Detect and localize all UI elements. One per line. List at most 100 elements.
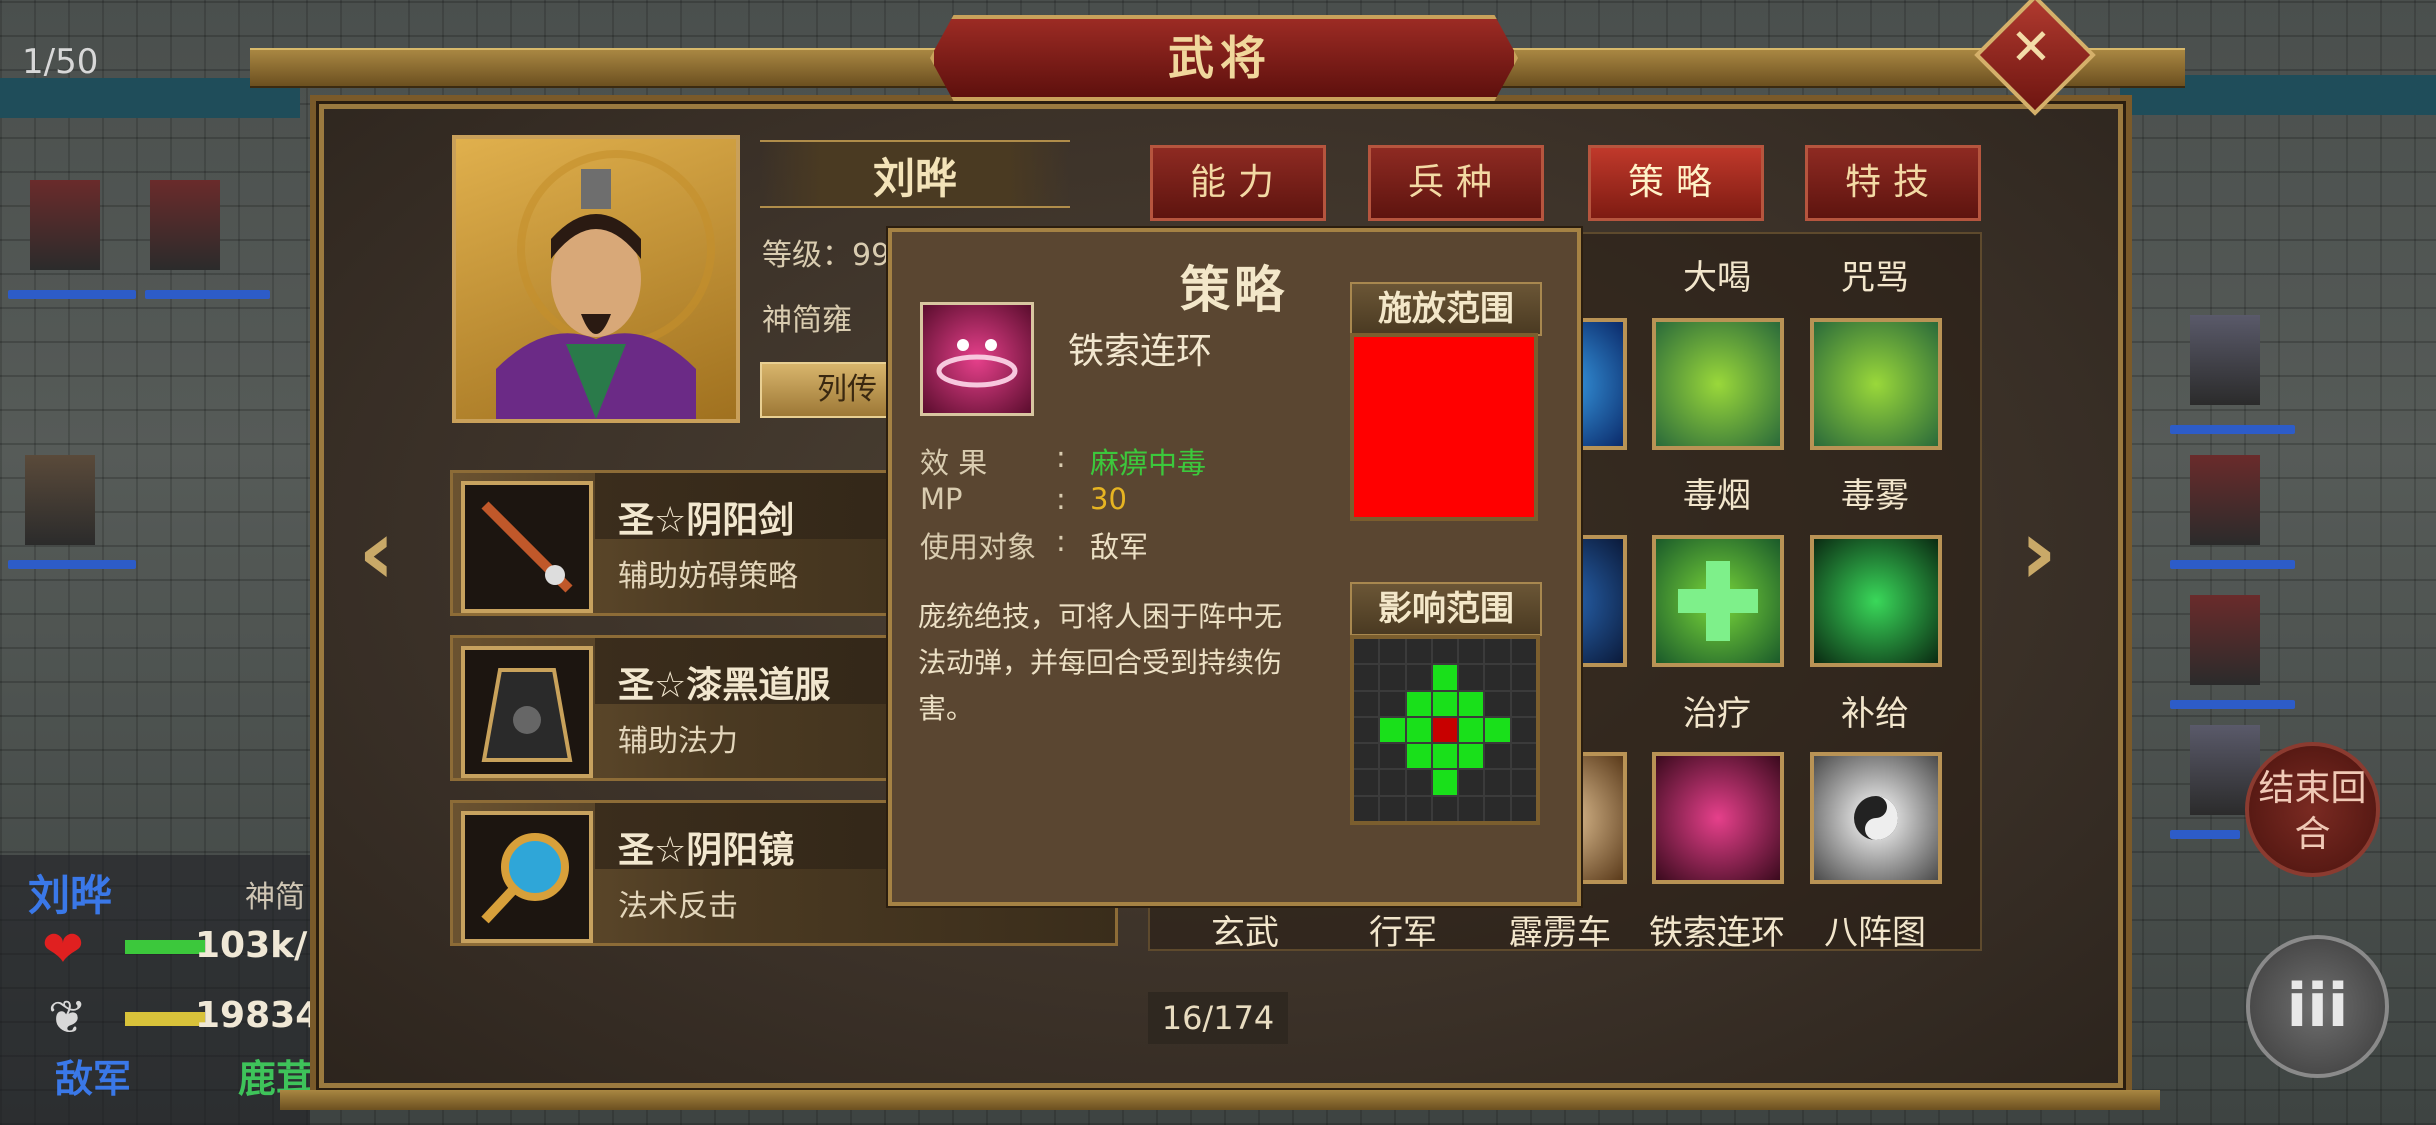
range-cell [1459,639,1484,664]
range-cell [1380,639,1405,664]
page-indicator: 16/174 [1148,992,1288,1044]
soldier-sprite[interactable] [2190,595,2260,685]
soldier-sprite[interactable] [30,180,100,270]
strategy-label: 霹雳车 [1509,913,1611,953]
supply-icon[interactable] [1810,535,1942,667]
range-cell [1511,639,1536,664]
range-cell [1459,717,1484,743]
range-cell [1485,717,1510,743]
equipment-name: 圣☆阴阳剑 [618,500,795,541]
level-label: 等级：99 [762,238,891,273]
range-cell [1380,796,1405,821]
range-cell [1459,665,1484,690]
range-cell [1380,665,1405,690]
strategy-icon[interactable] [1652,318,1784,450]
general-portrait [452,135,740,423]
range-cell [1511,744,1536,769]
unit-hp-bar [8,560,136,569]
range-cell [1380,691,1405,716]
unit-hp-bar [2170,560,2295,569]
unit-hp-bar [145,290,270,299]
tab-strategy[interactable]: 策略 [1588,145,1764,221]
turn-counter: 1/50 [22,42,99,82]
range-cell [1432,744,1458,769]
mp-cost-value: 30 [1090,482,1127,516]
range-cell [1511,770,1536,795]
panel-title: 武将 [1168,31,1272,85]
colon: : [1056,482,1066,516]
range-cell [1354,717,1379,743]
chain-icon[interactable] [1652,752,1784,884]
sword-icon [461,481,593,613]
mp-label: MP [920,482,963,516]
range-cell [1485,744,1510,769]
target-value: 敌军 [1090,530,1149,564]
range-cell [1459,770,1484,795]
prev-page-arrow-icon[interactable]: ‹ [358,500,395,605]
faction-label: 神简雍 [762,303,852,338]
target-label: 使用对象 [920,530,1037,564]
mp-bar [125,1012,205,1026]
range-cell [1511,665,1536,690]
range-cell [1432,770,1458,795]
soldier-sprite[interactable] [2190,455,2260,545]
soldier-sprite[interactable] [25,455,95,545]
unit-name: 刘晔 [28,871,113,920]
range-cell [1432,691,1458,716]
soldier-sprite[interactable] [2190,315,2260,405]
range-cell [1432,796,1458,821]
equipment-desc: 法术反击 [618,889,738,924]
range-cell [1511,796,1536,821]
range-cell [1406,639,1431,664]
panel-bottom-frame [280,1090,2160,1110]
equipment-name: 圣☆阴阳镜 [618,830,795,871]
range-cell [1485,770,1510,795]
tooltip-description: 庞统绝技，可将人困于阵中无法动弹，并每回合受到持续伤害。 [918,600,1283,725]
equipment-name: 圣☆漆黑道服 [618,665,831,706]
team-label: 敌军 [55,1057,132,1101]
range-cell [1485,796,1510,821]
range-cell [1432,639,1458,664]
hp-bar [125,940,205,954]
range-cell [1354,691,1379,716]
colon: : [1056,440,1066,474]
strategy-icon[interactable] [1810,318,1942,450]
menu-button[interactable]: iii [2246,935,2389,1078]
end-turn-button[interactable]: 结束回合 [2245,742,2380,877]
range-cell [1354,639,1379,664]
range-cell [1354,796,1379,821]
range-cell [1511,717,1536,743]
range-cell [1459,744,1484,769]
unit-hp-bar [8,290,136,299]
range-cell [1511,691,1536,716]
effect-value: 麻痹中毒 [1090,446,1207,480]
equipment-desc: 辅助法力 [618,724,738,759]
soldier-sprite[interactable] [150,180,220,270]
range-cell [1432,665,1458,690]
strategy-label: 大喝 [1683,258,1751,298]
close-icon[interactable]: ✕ [1992,18,2070,76]
range-cell [1406,691,1431,716]
tab-troops[interactable]: 兵种 [1368,145,1544,221]
range-cell [1354,770,1379,795]
range-cell [1380,744,1405,769]
tab-skills[interactable]: 特技 [1805,145,1981,221]
unit-hp-bar [2170,830,2240,839]
tooltip-skill-name: 铁索连环 [1068,331,1213,372]
range-cell [1406,665,1431,690]
general-name: 刘晔 [872,154,957,203]
colon: : [1056,524,1066,558]
effect-label: 效 果 [920,446,988,480]
unit-hp-bar [2170,425,2295,434]
bagua-icon[interactable] [1810,752,1942,884]
next-page-arrow-icon[interactable]: › [2020,500,2057,605]
cast-range-title: 施放范围 [1350,282,1542,336]
equipment-desc: 辅助妨碍策略 [618,559,798,594]
strategy-label: 毒烟 [1683,476,1751,516]
strategy-label: 咒骂 [1841,258,1909,298]
heal-icon[interactable] [1652,535,1784,667]
tab-ability[interactable]: 能力 [1150,145,1326,221]
strategy-label: 毒雾 [1841,476,1909,516]
strategy-label: 行军 [1369,913,1437,953]
tooltip-title: 策略 [1180,261,1288,319]
